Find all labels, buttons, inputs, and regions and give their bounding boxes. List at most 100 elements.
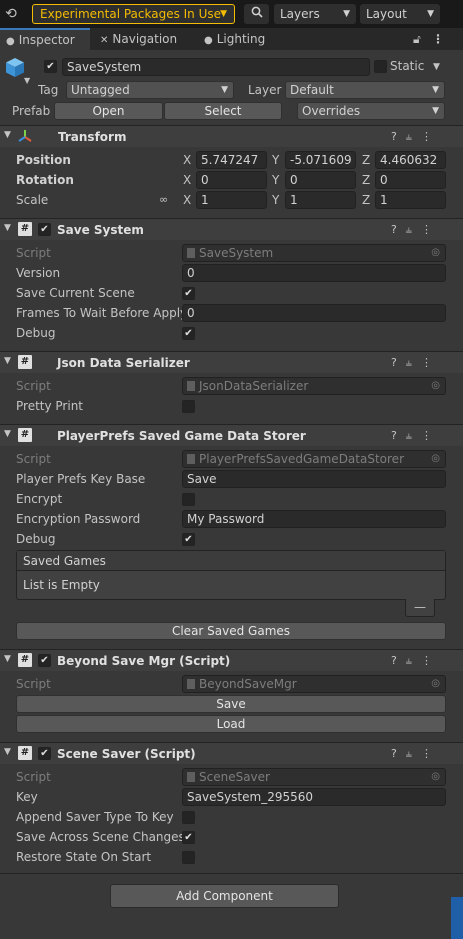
script-icon: #	[18, 355, 32, 369]
layers-dropdown[interactable]: Layers ▼	[274, 4, 356, 24]
tag-value: Untagged	[71, 83, 130, 97]
playerprefs-storer-header[interactable]: ▼ # PlayerPrefs Saved Game Data Storer ?…	[0, 424, 463, 446]
navigation-icon: ✕	[100, 35, 109, 46]
active-checkbox[interactable]: ✔	[44, 60, 57, 73]
more-menu-icon[interactable]: ⋮	[432, 28, 444, 50]
tab-navigation-label: Navigation	[112, 32, 178, 46]
version-input[interactable]: 0	[182, 264, 446, 282]
component-tools[interactable]: ?⫨⋮	[391, 354, 441, 372]
pretty-print-checkbox[interactable]	[182, 400, 195, 413]
rotation-y-input[interactable]: 0	[285, 171, 356, 189]
json-serializer-header[interactable]: ▼ # Json Data Serializer ?⫨⋮	[0, 351, 463, 373]
chevron-down-icon: ▼	[220, 9, 227, 19]
foldout-arrow-icon[interactable]: ▼	[4, 747, 11, 757]
script-icon: #	[18, 428, 32, 442]
foldout-arrow-icon[interactable]: ▼	[4, 429, 11, 439]
constrain-proportions-icon[interactable]: ∞	[159, 191, 168, 209]
json-serializer-title: Json Data Serializer	[57, 356, 190, 370]
scale-x-input[interactable]: 1	[196, 191, 267, 209]
prefab-overrides-dropdown[interactable]: Overrides ▼	[297, 102, 445, 120]
scene-saver-title: Scene Saver (Script)	[57, 747, 196, 761]
tab-lighting[interactable]: ● Lighting	[198, 28, 278, 50]
script-value: JsonDataSerializer	[199, 379, 309, 393]
encryption-password-input[interactable]: My Password	[182, 510, 446, 528]
layout-dropdown[interactable]: Layout ▼	[360, 4, 440, 24]
prefab-select-button[interactable]: Select	[164, 102, 282, 120]
component-tools[interactable]: ?⫨⋮	[391, 652, 441, 670]
object-picker-icon[interactable]: ◎	[431, 378, 440, 394]
rotation-z-input[interactable]: 0	[375, 171, 446, 189]
object-picker-icon[interactable]: ◎	[431, 245, 440, 261]
object-picker-icon[interactable]: ◎	[431, 676, 440, 692]
icon-dropdown-arrow-icon[interactable]: ▼	[24, 72, 30, 90]
tab-lighting-label: Lighting	[216, 32, 266, 46]
tag-dropdown[interactable]: Untagged ▼	[66, 81, 234, 99]
clear-saved-games-button[interactable]: Clear Saved Games	[16, 622, 446, 640]
prefab-open-button[interactable]: Open	[54, 102, 163, 120]
rotation-x-input[interactable]: 0	[196, 171, 267, 189]
foldout-arrow-icon[interactable]: ▼	[4, 356, 11, 366]
transform-header[interactable]: ▼ Transform ?⫨⋮	[0, 125, 463, 147]
key-input[interactable]: SaveSystem_295560	[182, 788, 446, 806]
component-enabled-checkbox[interactable]: ✔	[38, 223, 51, 236]
script-field: SaveSystem ◎	[182, 244, 446, 262]
pretty-print-label: Pretty Print	[16, 399, 84, 413]
experimental-packages-dropdown[interactable]: Experimental Packages In Use ▼	[32, 4, 235, 24]
frames-to-wait-input[interactable]: 0	[182, 304, 446, 322]
debug-checkbox[interactable]: ✔	[182, 327, 195, 340]
overrides-label: Overrides	[302, 104, 361, 118]
script-label: Script	[16, 770, 51, 784]
component-tools[interactable]: ?⫨⋮	[391, 221, 441, 239]
component-tools[interactable]: ?⫨⋮	[391, 128, 441, 146]
scroll-indicator[interactable]	[451, 897, 463, 939]
key-base-input[interactable]: Save	[182, 470, 446, 488]
add-component-button[interactable]: Add Component	[110, 884, 339, 908]
load-button[interactable]: Load	[16, 715, 446, 733]
layer-dropdown[interactable]: Default ▼	[285, 81, 445, 99]
restore-state-checkbox[interactable]	[182, 851, 195, 864]
static-label: Static	[390, 59, 425, 73]
layout-label: Layout	[366, 7, 407, 21]
static-dropdown-arrow-icon[interactable]: ▼	[433, 58, 440, 76]
lock-icon[interactable]: 🔓︎	[413, 28, 421, 50]
component-tools[interactable]: ?⫨⋮	[391, 745, 441, 763]
window-tabs: ● Inspector ✕ Navigation ● Lighting 🔓︎ ⋮	[0, 28, 463, 50]
foldout-arrow-icon[interactable]: ▼	[4, 130, 11, 140]
foldout-arrow-icon[interactable]: ▼	[4, 223, 11, 233]
scale-y-input[interactable]: 1	[285, 191, 356, 209]
chevron-down-icon: ▼	[432, 106, 439, 116]
beyond-save-mgr-title: Beyond Save Mgr (Script)	[57, 654, 231, 668]
position-y-input[interactable]: -5.071609	[285, 151, 356, 169]
save-button[interactable]: Save	[16, 695, 446, 713]
object-picker-icon[interactable]: ◎	[431, 451, 440, 467]
search-icon[interactable]	[244, 4, 269, 24]
tab-inspector[interactable]: ● Inspector	[0, 28, 90, 50]
save-current-scene-checkbox[interactable]: ✔	[182, 287, 195, 300]
scale-z-input[interactable]: 1	[375, 191, 446, 209]
history-icon[interactable]: ⟲	[0, 3, 22, 25]
foldout-arrow-icon[interactable]: ▼	[4, 654, 11, 664]
object-picker-icon[interactable]: ◎	[431, 769, 440, 785]
position-z-input[interactable]: 4.460632	[375, 151, 446, 169]
component-enabled-checkbox[interactable]: ✔	[38, 747, 51, 760]
position-x-input[interactable]: 5.747247	[196, 151, 267, 169]
object-name-input[interactable]: SaveSystem	[62, 58, 370, 76]
layer-label: Layer	[248, 83, 282, 97]
remove-item-button[interactable]: —	[405, 599, 435, 617]
component-tools[interactable]: ?⫨⋮	[391, 427, 441, 445]
saved-games-header[interactable]: Saved Games	[17, 551, 445, 571]
encrypt-checkbox[interactable]	[182, 493, 195, 506]
scale-label: Scale	[16, 193, 49, 207]
save-across-scenes-checkbox[interactable]: ✔	[182, 831, 195, 844]
append-saver-type-checkbox[interactable]	[182, 811, 195, 824]
scene-saver-header[interactable]: ▼ # ✔ Scene Saver (Script) ?⫨⋮	[0, 742, 463, 764]
static-checkbox[interactable]	[374, 60, 387, 73]
beyond-save-mgr-header[interactable]: ▼ # ✔ Beyond Save Mgr (Script) ?⫨⋮	[0, 649, 463, 671]
layer-value: Default	[290, 83, 334, 97]
tab-navigation[interactable]: ✕ Navigation	[94, 28, 194, 50]
script-field: BeyondSaveMgr ◎	[182, 675, 446, 693]
debug-checkbox[interactable]: ✔	[182, 533, 195, 546]
tag-label: Tag	[38, 83, 59, 97]
save-system-header[interactable]: ▼ # ✔ Save System ?⫨⋮	[0, 218, 463, 240]
component-enabled-checkbox[interactable]: ✔	[38, 654, 51, 667]
